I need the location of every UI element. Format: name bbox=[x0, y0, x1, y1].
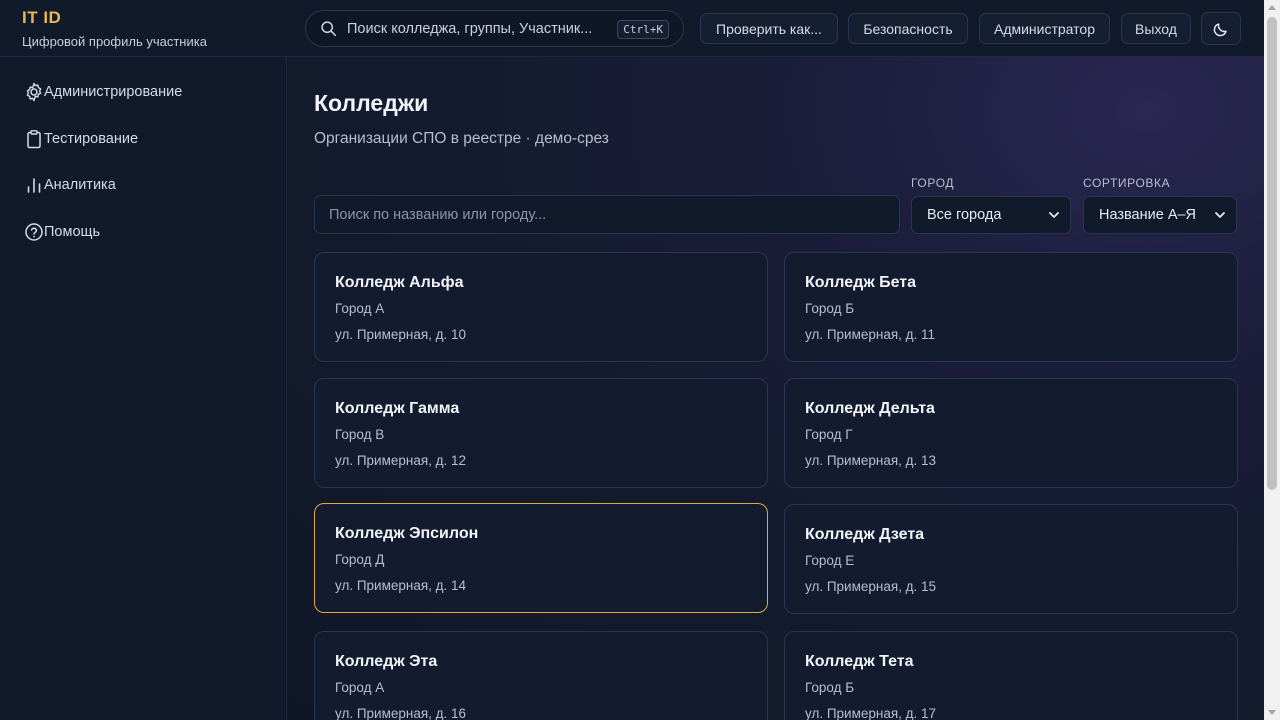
sidebar-item-help[interactable]: Помощь bbox=[24, 222, 100, 242]
college-address: ул. Примерная, д. 13 bbox=[805, 453, 937, 468]
search-icon bbox=[321, 21, 337, 37]
college-name: Колледж Дельта bbox=[805, 400, 935, 417]
main-content: Колледжи Организации СПО в реестре · дем… bbox=[288, 57, 1264, 720]
global-search[interactable]: Поиск колледжа, группы, Участник... Ctrl… bbox=[305, 10, 684, 47]
college-name: Колледж Эта bbox=[335, 653, 438, 670]
city-select[interactable]: Все города bbox=[911, 196, 1071, 234]
sort-select-value: Название А–Я bbox=[1099, 207, 1197, 223]
help-circle-icon bbox=[25, 223, 43, 241]
bar-chart-icon bbox=[27, 178, 41, 193]
theme-toggle-button[interactable] bbox=[1201, 12, 1241, 45]
page-scrollbar[interactable] bbox=[1264, 0, 1280, 720]
sidebar-item-label: Администрирование bbox=[44, 84, 183, 100]
scroll-down-icon[interactable] bbox=[1268, 710, 1276, 715]
college-address: ул. Примерная, д. 14 bbox=[335, 578, 467, 593]
college-city: Город В bbox=[335, 427, 385, 442]
scroll-up-icon[interactable] bbox=[1268, 5, 1276, 10]
college-city: Город Д bbox=[335, 552, 385, 567]
college-city: Город Е bbox=[805, 553, 855, 568]
sidebar-item-label: Тестирование bbox=[44, 131, 139, 147]
logout-button[interactable]: Выход bbox=[1121, 13, 1191, 44]
chevron-down-icon bbox=[1215, 212, 1225, 218]
brand[interactable]: IT ID Цифровой профиль участника bbox=[22, 8, 207, 49]
sidebar-item-testing[interactable]: Тестирование bbox=[24, 129, 138, 149]
college-city: Город Б bbox=[805, 680, 855, 695]
college-city: Город А bbox=[335, 301, 385, 316]
sidebar-item-label: Помощь bbox=[44, 224, 101, 240]
college-name: Колледж Бета bbox=[805, 274, 917, 291]
brand-subtitle: Цифровой профиль участника bbox=[22, 34, 207, 49]
college-address: ул. Примерная, д. 16 bbox=[335, 706, 467, 720]
sidebar-item-label: Аналитика bbox=[44, 177, 116, 193]
college-name: Колледж Дзета bbox=[805, 526, 925, 543]
college-city: Город Г bbox=[805, 427, 853, 442]
college-address: ул. Примерная, д. 11 bbox=[805, 327, 936, 342]
city-select-value: Все города bbox=[927, 207, 1002, 223]
college-card[interactable]: Колледж Тета Город Б ул. Примерная, д. 1… bbox=[784, 631, 1238, 720]
chevron-down-icon bbox=[1049, 212, 1059, 218]
college-city: Город А bbox=[335, 680, 385, 695]
college-name: Колледж Альфа bbox=[335, 274, 464, 291]
admin-button[interactable]: Администратор bbox=[979, 13, 1110, 44]
college-card[interactable]: Колледж Альфа Город А ул. Примерная, д. … bbox=[314, 252, 768, 362]
college-card[interactable]: Колледж Бета Город Б ул. Примерная, д. 1… bbox=[784, 252, 1238, 362]
sort-select[interactable]: Название А–Я bbox=[1083, 196, 1237, 234]
college-card[interactable]: Колледж Дзета Город Е ул. Примерная, д. … bbox=[784, 504, 1238, 614]
sidebar-item-administration[interactable]: Администрирование bbox=[24, 82, 182, 102]
security-button[interactable]: Безопасность bbox=[848, 13, 968, 44]
college-city: Город Б bbox=[805, 301, 855, 316]
sidebar-item-analytics[interactable]: Аналитика bbox=[24, 175, 116, 195]
college-address: ул. Примерная, д. 12 bbox=[335, 453, 467, 468]
college-address: ул. Примерная, д. 10 bbox=[335, 327, 467, 342]
moon-icon bbox=[1213, 22, 1227, 36]
search-placeholder: Поиск колледжа, группы, Участник... bbox=[347, 20, 593, 37]
search-shortcut: Ctrl+K bbox=[617, 20, 669, 39]
check-as-button[interactable]: Проверить как... bbox=[700, 13, 838, 44]
top-header: IT ID Цифровой профиль участника Поиск к… bbox=[0, 0, 1264, 57]
scroll-thumb[interactable] bbox=[1267, 17, 1277, 490]
page-title: Колледжи bbox=[314, 90, 429, 116]
college-card[interactable]: Колледж Гамма Город В ул. Примерная, д. … bbox=[314, 378, 768, 488]
college-card[interactable]: Колледж Дельта Город Г ул. Примерная, д.… bbox=[784, 378, 1238, 488]
clipboard-icon bbox=[27, 130, 41, 149]
sort-label: СОРТИРОВКА bbox=[1083, 176, 1171, 190]
page-subtitle: Организации СПО в реестре · демо-срез bbox=[314, 130, 609, 147]
college-search-input[interactable] bbox=[314, 195, 900, 234]
college-name: Колледж Гамма bbox=[335, 400, 460, 417]
sidebar: Администрирование Тестирование Аналитика… bbox=[0, 57, 287, 720]
brand-title: IT ID bbox=[22, 8, 62, 27]
college-name: Колледж Тета bbox=[805, 653, 914, 670]
city-filter-label: ГОРОД bbox=[911, 176, 955, 190]
college-name: Колледж Эпсилон bbox=[335, 525, 479, 542]
college-card-selected[interactable]: Колледж Эпсилон Город Д ул. Примерная, д… bbox=[314, 503, 768, 613]
college-address: ул. Примерная, д. 15 bbox=[805, 579, 937, 594]
gear-icon bbox=[26, 82, 42, 102]
college-card[interactable]: Колледж Эта Город А ул. Примерная, д. 16 bbox=[314, 631, 768, 720]
college-address: ул. Примерная, д. 17 bbox=[805, 706, 937, 720]
